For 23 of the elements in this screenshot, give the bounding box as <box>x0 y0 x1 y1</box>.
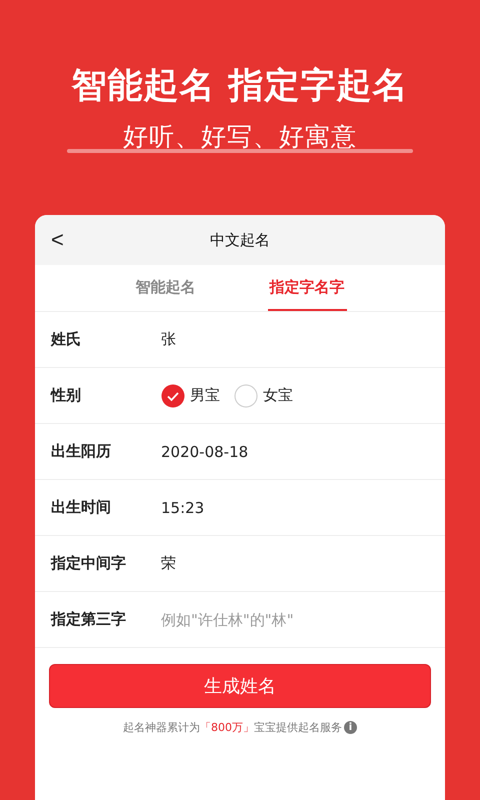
field-label: 出生时间 <box>51 498 112 517</box>
screen-title: 中文起名 <box>210 230 270 250</box>
field-label: 指定中间字 <box>51 554 127 573</box>
banner-subtitle: 好听、好写、好寓意 <box>123 121 357 153</box>
radio-option[interactable]: 男宝 <box>161 384 220 408</box>
footer-text: 起名神器累计为「800万」宝宝提供起名服务 <box>123 720 342 735</box>
field-label: 出生阳历 <box>51 442 112 461</box>
radio-icon[interactable] <box>234 384 258 408</box>
field-label: 性别 <box>51 386 82 405</box>
field-value[interactable]: 张 <box>161 330 176 349</box>
field-value[interactable]: 15:23 <box>161 498 204 516</box>
back-button[interactable]: < <box>47 227 68 253</box>
radio-checked-icon[interactable] <box>161 384 185 408</box>
field-value[interactable]: 2020-08-18 <box>161 442 248 460</box>
generate-button[interactable]: 生成姓名 <box>49 664 431 708</box>
radio-option[interactable]: 女宝 <box>234 384 293 408</box>
info-icon[interactable]: i <box>344 721 357 734</box>
field-label: 姓氏 <box>51 330 82 349</box>
tab[interactable]: 指定字名字 <box>268 265 346 311</box>
field-label: 指定第三字 <box>51 610 127 629</box>
tab[interactable]: 智能起名 <box>134 265 198 311</box>
field-value[interactable]: 荣 <box>161 554 176 573</box>
banner-title: 智能起名 指定字起名 <box>71 65 409 108</box>
